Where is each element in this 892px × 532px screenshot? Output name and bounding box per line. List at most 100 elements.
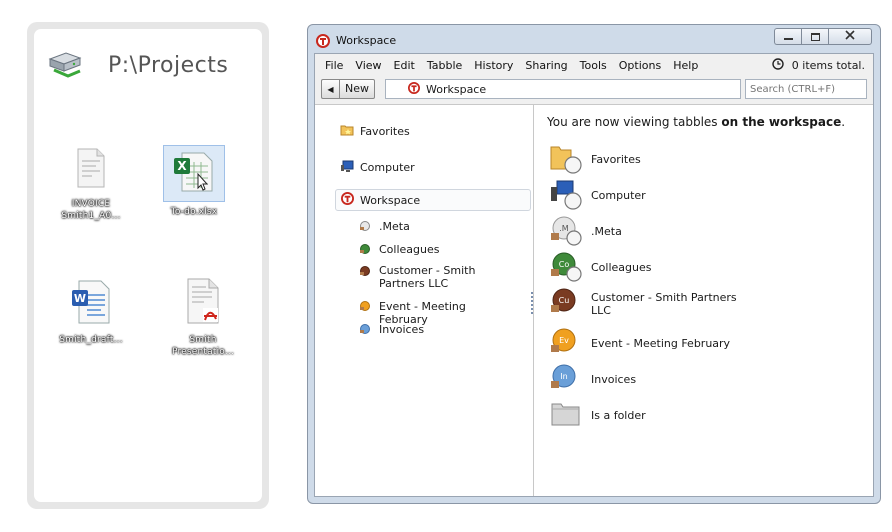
main-item-invoices[interactable]: In Invoices	[549, 361, 741, 398]
menu-history[interactable]: History	[468, 59, 519, 72]
tree-item-invoices[interactable]: Invoices	[359, 323, 509, 338]
svg-text:W: W	[74, 292, 86, 305]
main-item-favorites[interactable]: Favorites	[549, 141, 741, 178]
tabble-invoices-icon: In	[549, 361, 583, 398]
file-name: INVOICE Smith1_A0...	[51, 198, 131, 222]
minimize-icon	[783, 38, 793, 40]
word-file-icon: W	[64, 277, 118, 330]
back-button[interactable]: ◀	[321, 79, 339, 99]
file-smith-draft[interactable]: W Smith_draft...	[51, 277, 131, 346]
file-invoice[interactable]: INVOICE Smith1_A0...	[51, 145, 131, 222]
computer-icon	[340, 159, 354, 176]
file-smith-presentation[interactable]: Smith Presentatio...	[163, 275, 243, 358]
title-bar[interactable]: Workspace	[308, 25, 880, 53]
main-heading: You are now viewing tabbles on the works…	[547, 115, 845, 129]
main-pane: You are now viewing tabbles on the works…	[535, 105, 873, 496]
tree-item-computer[interactable]: Computer	[340, 159, 415, 176]
menu-tools[interactable]: Tools	[574, 59, 613, 72]
menu-edit[interactable]: Edit	[388, 59, 421, 72]
tabble-meta-icon	[359, 220, 371, 235]
excel-file-icon: X	[163, 145, 225, 202]
tabble-meta-icon: .M	[549, 213, 583, 250]
tree-item-colleagues[interactable]: Colleagues	[359, 243, 509, 258]
search-input[interactable]	[745, 79, 867, 99]
toolbar: ◀ New Workspace	[315, 76, 873, 102]
tree-item-label: Invoices	[379, 323, 425, 336]
main-item-label: Event - Meeting February	[591, 337, 731, 350]
main-item-label: Invoices	[591, 373, 637, 386]
tree-item-meta[interactable]: .Meta	[359, 220, 509, 235]
folder-panel: P:\Projects INVOICE Smith1_A0... X To-do…	[27, 22, 269, 509]
file-name: To-do.xlsx	[170, 207, 218, 217]
window-controls	[774, 28, 872, 45]
menu-options[interactable]: Options	[613, 59, 667, 72]
workspace-logo-icon	[408, 81, 420, 97]
file-name-line: Presentatio...	[171, 347, 235, 357]
content-area: Favorites Computer Workspace .Meta Colle…	[315, 104, 873, 496]
main-item-computer[interactable]: Computer	[549, 177, 741, 214]
drive-icon	[46, 49, 84, 82]
items-total-status: 0 items total.	[772, 58, 865, 73]
tree-item-favorites[interactable]: Favorites	[340, 123, 410, 140]
tree-item-label: Workspace	[360, 193, 421, 207]
app-logo-icon[interactable]	[316, 34, 330, 51]
main-item-label: Computer	[591, 189, 646, 202]
menu-bar: File View Edit Tabble History Sharing To…	[315, 54, 873, 76]
tabble-invoices-icon	[359, 323, 371, 338]
clock-icon	[772, 58, 784, 73]
svg-text:Ev: Ev	[559, 336, 569, 345]
tabble-customer-icon: Cu	[549, 285, 583, 322]
tree-item-customer[interactable]: Customer - Smith Partners LLC	[359, 264, 509, 290]
tree-item-label: Colleagues	[379, 243, 440, 256]
pane-splitter[interactable]	[531, 292, 534, 314]
new-button[interactable]: New	[339, 79, 375, 99]
main-item-label: Favorites	[591, 153, 641, 166]
main-item-event[interactable]: Ev Event - Meeting February	[549, 325, 741, 362]
tree-pane: Favorites Computer Workspace .Meta Colle…	[315, 105, 534, 496]
heading-bold-text: on the workspace	[721, 115, 842, 129]
workspace-logo-icon	[341, 192, 354, 208]
menu-help[interactable]: Help	[667, 59, 704, 72]
menu-file[interactable]: File	[319, 59, 349, 72]
menu-view[interactable]: View	[349, 59, 387, 72]
window-client: File View Edit Tabble History Sharing To…	[314, 53, 874, 497]
close-button[interactable]	[828, 28, 872, 45]
svg-text:Cu: Cu	[559, 296, 570, 305]
menu-tabble[interactable]: Tabble	[421, 59, 468, 72]
tabble-colleagues-icon	[359, 243, 371, 258]
maximize-icon	[810, 32, 820, 41]
pdf-file-icon	[178, 275, 228, 330]
minimize-button[interactable]	[774, 28, 801, 45]
tree-item-workspace[interactable]: Workspace	[335, 189, 531, 211]
favorites-folder-icon	[549, 141, 583, 178]
address-bar[interactable]: Workspace	[385, 79, 741, 99]
svg-text:Co: Co	[559, 260, 570, 269]
address-text: Workspace	[426, 82, 487, 96]
main-item-label: Customer - Smith Partners LLC	[591, 290, 737, 317]
main-item-customer[interactable]: Cu Customer - Smith Partners LLC	[549, 285, 741, 322]
main-item-colleagues[interactable]: Co Colleagues	[549, 249, 741, 286]
svg-text:.M: .M	[559, 224, 569, 233]
document-icon	[68, 145, 114, 194]
file-name-line: Smith	[189, 335, 217, 345]
tree-item-label: .Meta	[379, 220, 410, 233]
maximize-button[interactable]	[801, 28, 828, 45]
file-todo-xlsx[interactable]: X To-do.xlsx	[154, 145, 234, 218]
heading-text: You are now viewing tabbles	[547, 115, 722, 129]
main-item-meta[interactable]: .M .Meta	[549, 213, 741, 250]
file-name-line: Smith1_A0...	[61, 211, 121, 221]
file-name: Smith_draft...	[59, 335, 123, 345]
tabble-event-icon	[359, 300, 371, 315]
main-item-is-a-folder[interactable]: Is a folder	[549, 397, 741, 434]
svg-text:In: In	[560, 372, 567, 381]
favorites-folder-icon	[340, 123, 354, 140]
main-item-label: .Meta	[591, 225, 622, 238]
menu-sharing[interactable]: Sharing	[519, 59, 573, 72]
tree-item-label: Customer - Smith Partners LLC	[379, 264, 476, 290]
window-title: Workspace	[336, 34, 397, 47]
folder-path-title: P:\Projects	[108, 53, 229, 78]
items-total-text: 0 items total.	[791, 59, 865, 72]
folder-header: P:\Projects	[46, 49, 228, 82]
folder-panel-inner: P:\Projects INVOICE Smith1_A0... X To-do…	[34, 29, 262, 502]
tabble-customer-icon	[359, 265, 371, 280]
